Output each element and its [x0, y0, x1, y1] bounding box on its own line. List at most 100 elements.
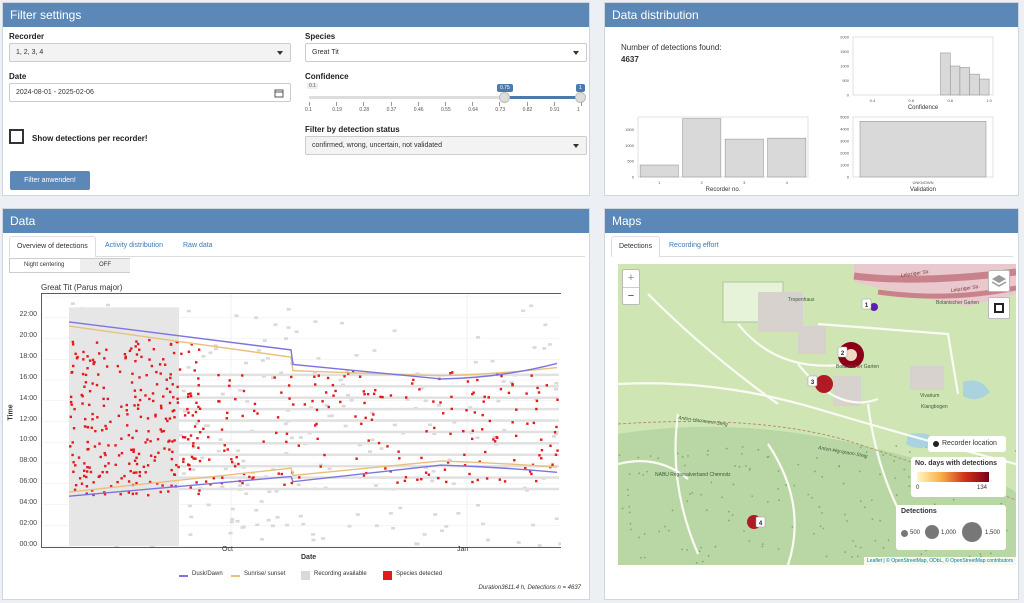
recording-mark: [191, 468, 196, 472]
detection-mark: [182, 460, 185, 463]
detection-mark: [105, 427, 108, 430]
map-attribution[interactable]: Leaflet | © OpenStreetMap, ODbL, © OpenS…: [864, 557, 1016, 565]
detection-mark: [169, 373, 172, 376]
detection-mark: [242, 389, 246, 393]
x-axis-label: Date: [301, 554, 317, 561]
tree-dot: [821, 512, 823, 514]
legend-location-label: Recorder location: [942, 440, 997, 447]
detection-mark: [538, 454, 541, 457]
detection-mark: [71, 453, 74, 457]
detection-mark: [397, 450, 400, 453]
detection-mark: [133, 404, 136, 407]
recording-mark: [554, 381, 559, 385]
y-tick-label: 14:00: [19, 394, 37, 402]
map-tabs: Detections Recording effort: [611, 235, 1013, 257]
slider-tick-label: 0.28: [359, 107, 370, 113]
fullscreen-button[interactable]: [988, 297, 1010, 319]
detection-mark: [154, 415, 157, 418]
detection-mark: [119, 493, 122, 496]
recording-mark: [430, 479, 435, 483]
recorder-select[interactable]: 1, 2, 3, 4: [9, 43, 291, 62]
date-range-input[interactable]: 2024-08-01 - 2025-02-06: [9, 83, 291, 102]
detection-mark: [332, 394, 335, 397]
detection-mark: [241, 481, 244, 485]
detection-mark: [313, 375, 316, 378]
detection-mark: [525, 392, 528, 395]
vivarium-building: [910, 366, 944, 390]
detection-mark: [513, 459, 516, 462]
tree-dot: [854, 545, 857, 548]
y-tick-label: 18:00: [19, 352, 37, 360]
show-per-recorder-checkbox[interactable]: [9, 129, 24, 144]
zoom-control: + −: [622, 269, 640, 305]
detection-circle[interactable]: [815, 375, 833, 393]
detection-mark: [139, 415, 143, 419]
legend-det-500: 500: [910, 530, 921, 536]
detection-mark: [167, 490, 170, 493]
filter-settings-panel: Filter settings Recorder 1, 2, 3, 4 Date…: [2, 2, 590, 196]
detection-mark: [443, 468, 447, 471]
detection-mark: [175, 463, 178, 467]
x-tick-label: 4: [786, 180, 789, 185]
tree-dot: [838, 465, 841, 468]
detection-mark: [181, 435, 185, 439]
tree-dot: [707, 449, 709, 452]
tree-dot: [814, 470, 816, 473]
detection-mark: [208, 458, 211, 461]
tab-activity[interactable]: Activity distribution: [105, 236, 163, 256]
tree-dot: [766, 456, 769, 459]
layers-button[interactable]: [988, 270, 1010, 292]
detection-mark: [160, 430, 164, 433]
apply-filter-button[interactable]: Filter anwenden!: [10, 171, 90, 190]
night-centering-toggle[interactable]: Night centering OFF: [9, 258, 130, 273]
detection-mark: [234, 397, 237, 401]
species-label: Species: [305, 32, 336, 41]
slider-low-handle[interactable]: [499, 92, 510, 103]
zoom-in-button[interactable]: +: [623, 270, 639, 288]
detection-mark: [482, 400, 485, 403]
status-select[interactable]: confirmed, wrong, uncertain, not validat…: [305, 136, 587, 155]
detection-mark: [223, 444, 226, 447]
detection-mark: [73, 407, 76, 411]
recording-mark: [194, 422, 199, 425]
recording-mark: [547, 343, 552, 346]
tree-dot: [698, 550, 701, 553]
detection-mark: [553, 431, 557, 434]
detection-mark: [162, 395, 165, 398]
tree-dot: [778, 499, 780, 502]
recording-mark: [537, 544, 542, 547]
detection-mark: [198, 431, 202, 434]
map-view[interactable]: 1 2 3 4 Leipziger Str. Leipziger Str. Tropenha…: [618, 264, 1016, 565]
detection-mark: [230, 458, 233, 461]
tree-dot: [725, 447, 728, 450]
confidence-slider[interactable]: 0.1 0.75 1 0.1 0.19 0.28 0.37 0.46 0.55 0.64 0.…: [305, 81, 587, 113]
tab-overview[interactable]: Overview of detections: [9, 236, 96, 257]
detection-mark: [135, 492, 138, 495]
recording-mark: [286, 326, 291, 329]
recording-mark: [554, 517, 559, 521]
detection-mark: [514, 434, 518, 438]
zoom-out-button[interactable]: −: [623, 288, 639, 305]
tree-dot: [895, 494, 898, 497]
tab-raw-data[interactable]: Raw data: [183, 236, 213, 256]
detection-mark: [535, 407, 538, 411]
recorder-location-dot: [933, 441, 939, 447]
species-select[interactable]: Great Tit: [305, 43, 587, 62]
detection-mark: [100, 429, 104, 432]
calendar-icon[interactable]: [274, 88, 284, 98]
recording-mark: [551, 435, 556, 438]
detection-mark: [165, 387, 169, 390]
tab-recording-effort[interactable]: Recording effort: [669, 236, 719, 256]
detection-mark: [136, 407, 140, 410]
slider-high-badge: 1: [576, 84, 585, 92]
night-centering-label: Night centering: [24, 262, 65, 268]
detection-mark: [554, 453, 558, 456]
recording-mark: [379, 447, 384, 450]
recording-mark: [285, 523, 290, 527]
detection-mark: [473, 411, 477, 414]
recording-mark: [349, 399, 354, 402]
detection-mark: [176, 397, 179, 400]
tree-dot: [812, 532, 815, 535]
tab-detections[interactable]: Detections: [611, 236, 661, 257]
detection-mark: [103, 357, 106, 360]
